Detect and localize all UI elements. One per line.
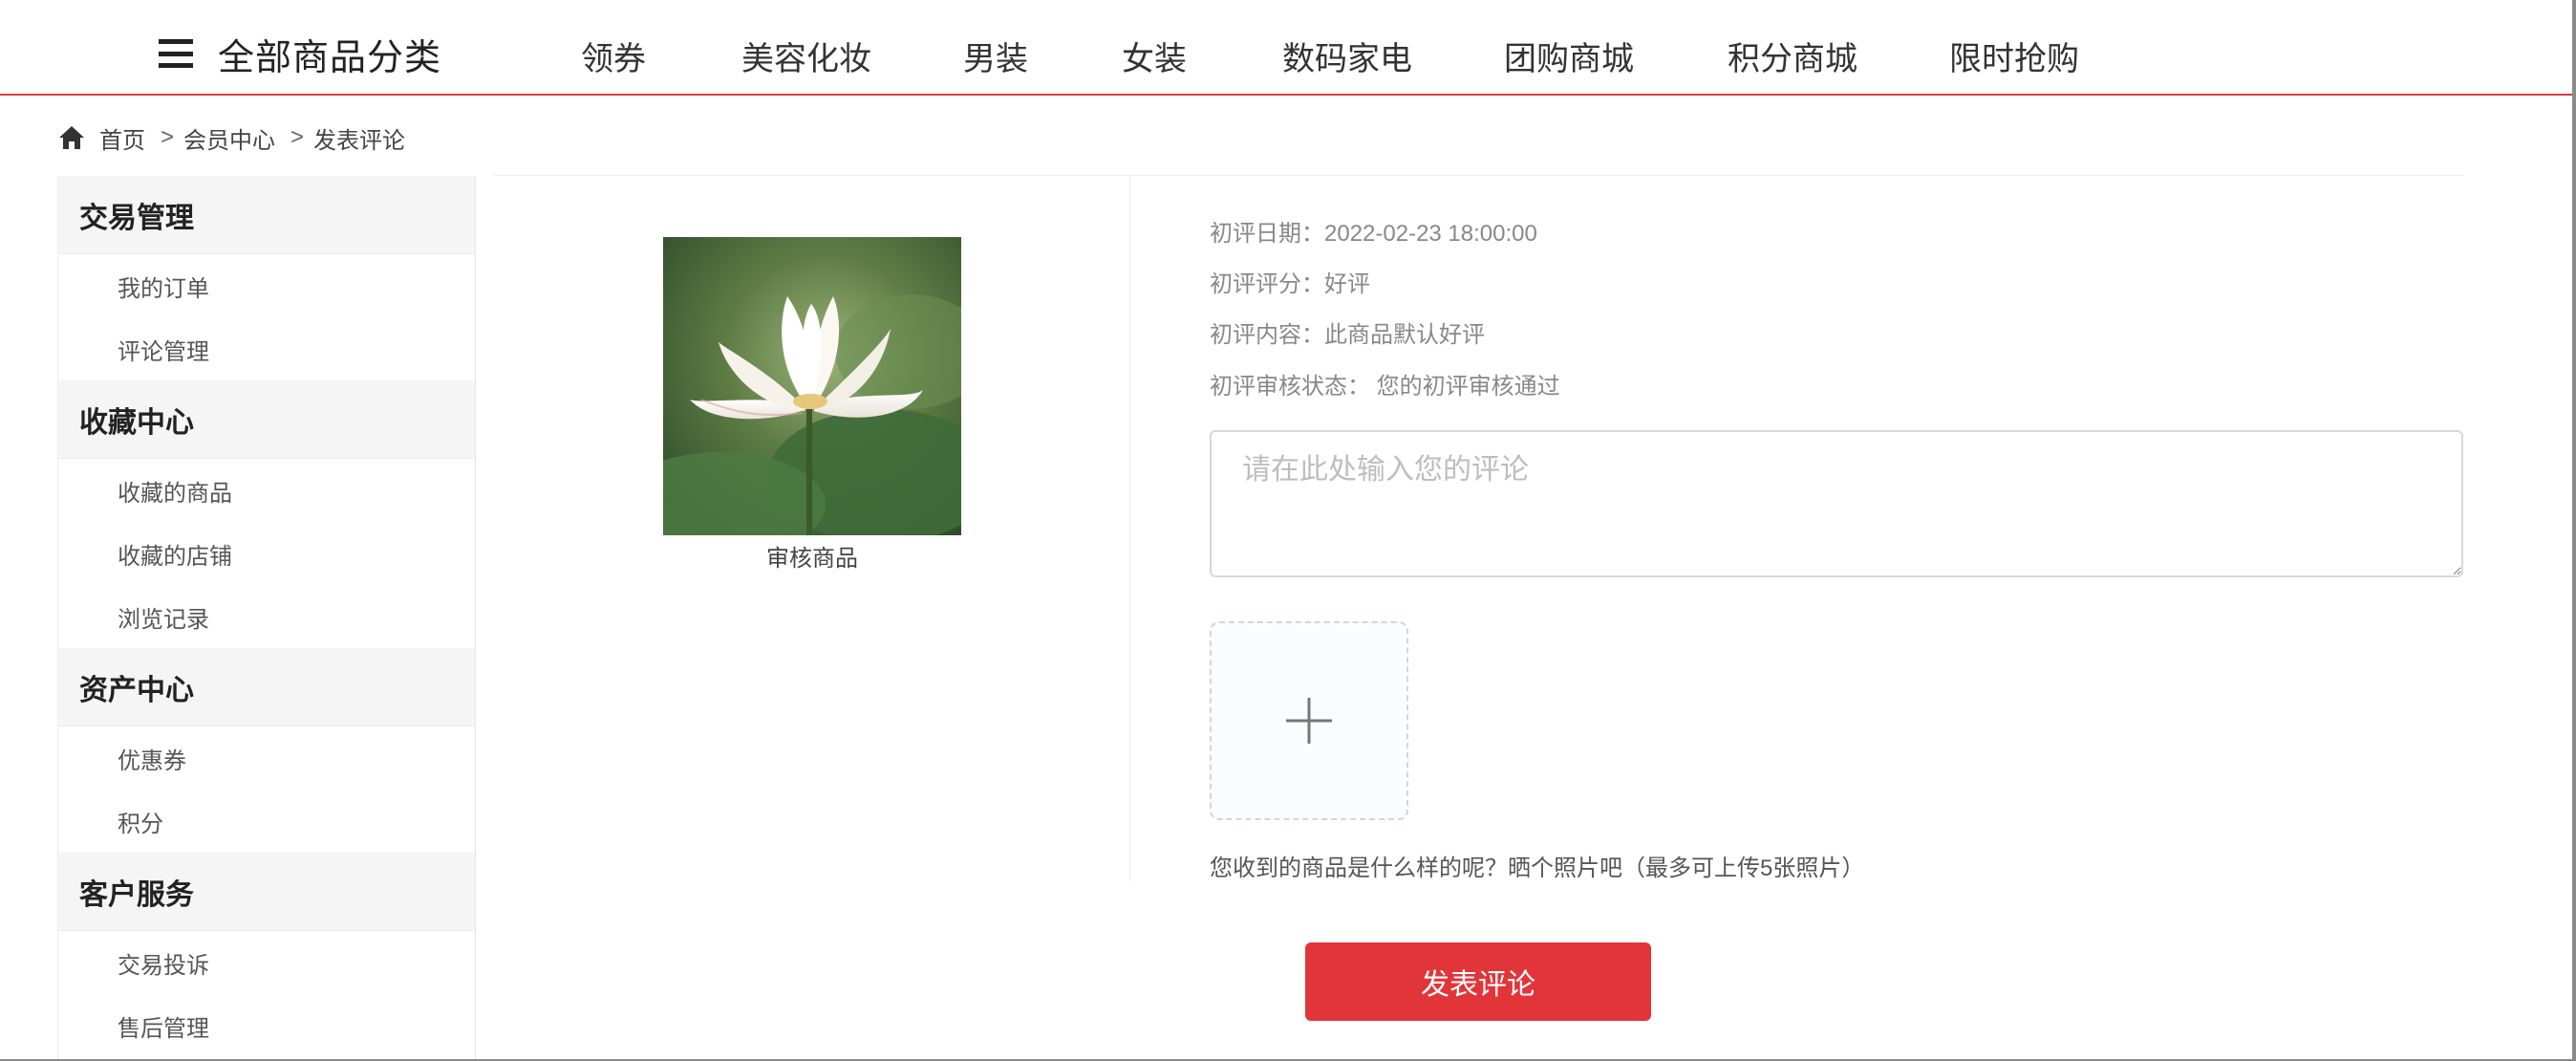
breadcrumb-current: 发表评论 [313, 127, 406, 154]
photo-upload-hint: 您收到的商品是什么样的呢？晒个照片吧（最多可上传5张照片） [1210, 855, 1865, 881]
nav-item-womenswear[interactable]: 女装 [1122, 32, 1187, 79]
initial-review-score: 初评评分：好评 [1210, 265, 1370, 298]
initial-review-score-value: 好评 [1324, 271, 1370, 297]
nav-item-coupons[interactable]: 领券 [581, 32, 646, 79]
initial-review-status-value: 您的初评审核通过 [1376, 374, 1560, 400]
window-edge [2572, 0, 2576, 1061]
initial-review-content: 初评内容：此商品默认好评 [1210, 315, 1485, 349]
all-categories-menu[interactable]: 全部商品分类 [159, 27, 441, 80]
sidebar-item-review-management[interactable]: 评论管理 [58, 317, 475, 380]
top-navigation: 全部商品分类 领券 美容化妆 男装 女装 数码家电 团购商城 积分商城 限时抢购 [0, 0, 2576, 96]
initial-review-date-label: 初评日期： [1210, 221, 1324, 247]
initial-review-date-value: 2022-02-23 18:00:00 [1324, 221, 1537, 247]
initial-review-content-value: 此商品默认好评 [1324, 322, 1485, 348]
sidebar-item-my-orders[interactable]: 我的订单 [58, 254, 475, 317]
photo-upload-button[interactable] [1210, 621, 1408, 820]
content-top-divider [494, 175, 2464, 176]
initial-review-score-label: 初评评分： [1210, 271, 1324, 297]
initial-review-content-label: 初评内容： [1210, 322, 1324, 348]
sidebar-item-complaints[interactable]: 交易投诉 [58, 931, 475, 994]
sidebar-item-coupons[interactable]: 优惠券 [58, 726, 475, 790]
nav-item-group-buy[interactable]: 团购商城 [1504, 32, 1634, 79]
initial-review-date: 初评日期：2022-02-23 18:00:00 [1210, 214, 1537, 248]
sidebar-item-points[interactable]: 积分 [58, 790, 475, 853]
sidebar-group-title: 交易管理 [58, 176, 475, 254]
plus-icon [1286, 698, 1332, 744]
content-vertical-divider [1129, 176, 1130, 881]
sidebar-group-title: 收藏中心 [58, 380, 475, 459]
sidebar-group-title: 资产中心 [58, 648, 475, 726]
sidebar-item-favorite-shops[interactable]: 收藏的店铺 [58, 522, 475, 585]
all-categories-label: 全部商品分类 [218, 37, 442, 78]
product-caption: 审核商品 [766, 546, 858, 572]
home-icon[interactable] [57, 124, 86, 151]
nav-item-points-mall[interactable]: 积分商城 [1728, 32, 1857, 79]
nav-item-flash-sale[interactable]: 限时抢购 [1949, 32, 2079, 79]
nav-item-menswear[interactable]: 男装 [963, 32, 1028, 79]
breadcrumb-member-center[interactable]: 会员中心 [183, 121, 275, 155]
submit-review-button[interactable]: 发表评论 [1305, 942, 1651, 1021]
nav-item-electronics[interactable]: 数码家电 [1282, 32, 1412, 79]
breadcrumb-separator: > [161, 124, 175, 150]
sidebar-group-title: 客户服务 [58, 853, 475, 931]
product-image [663, 237, 961, 535]
sidebar-item-after-sales[interactable]: 售后管理 [58, 994, 475, 1057]
breadcrumb-separator: > [290, 124, 305, 150]
initial-review-status: 初评审核状态： 您的初评审核通过 [1210, 367, 1560, 401]
breadcrumb: 首页 > 会员中心 > 发表评论 [57, 119, 405, 157]
menu-icon[interactable] [159, 39, 193, 68]
initial-review-status-label: 初评审核状态： [1210, 374, 1370, 400]
breadcrumb-home[interactable]: 首页 [99, 121, 145, 155]
sidebar-item-browsing-history[interactable]: 浏览记录 [58, 585, 475, 648]
member-sidebar: 交易管理 我的订单 评论管理 收藏中心 收藏的商品 收藏的店铺 浏览记录 资产中… [57, 176, 476, 1061]
nav-item-beauty[interactable]: 美容化妆 [741, 32, 871, 79]
sidebar-item-favorite-products[interactable]: 收藏的商品 [58, 459, 475, 522]
comment-input[interactable] [1210, 430, 2463, 577]
